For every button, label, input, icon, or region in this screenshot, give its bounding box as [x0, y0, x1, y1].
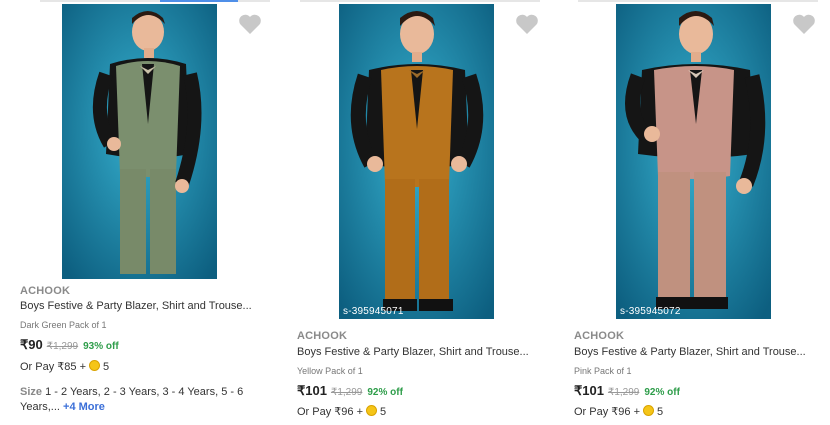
product-image[interactable]: s-395945072 [616, 4, 771, 319]
mrp: ₹1,299 [607, 387, 640, 398]
product-variant: Dark Green Pack of 1 [20, 320, 107, 330]
heart-icon[interactable] [238, 13, 262, 35]
pay-text: Or Pay ₹85 + [20, 361, 86, 373]
product-brand: ACHOOK [297, 330, 348, 342]
product-photo [616, 4, 771, 319]
coin-pay-row: Or Pay ₹96 + 5 [574, 405, 663, 418]
price: ₹101 [297, 383, 327, 398]
coin-count: 5 [380, 406, 387, 418]
coin-pay-row: Or Pay ₹85 + 5 [20, 360, 109, 373]
heart-icon[interactable] [515, 13, 539, 35]
product-title[interactable]: Boys Festive & Party Blazer, Shirt and T… [297, 346, 529, 358]
discount: 92% off [367, 387, 403, 398]
more-sizes-link[interactable]: +4 More [63, 401, 105, 413]
coin-icon [366, 405, 377, 416]
product-brand: ACHOOK [574, 330, 625, 342]
product-card[interactable]: s-395945071 ACHOOK Boys Festive & Party … [287, 0, 557, 425]
product-photo [339, 4, 494, 319]
product-photo [62, 4, 217, 279]
product-variant: Pink Pack of 1 [574, 366, 632, 376]
price-row: ₹90 ₹1,299 93% off [20, 337, 119, 353]
product-image[interactable] [62, 4, 217, 279]
sku-label: s-395945072 [620, 306, 681, 317]
mrp: ₹1,299 [330, 387, 363, 398]
price: ₹101 [574, 383, 604, 398]
discount: 92% off [644, 387, 680, 398]
size-values: 1 - 2 Years, 2 - 3 Years, 3 - 4 Years, 5… [20, 386, 244, 413]
discount: 93% off [83, 341, 119, 352]
product-title[interactable]: Boys Festive & Party Blazer, Shirt and T… [20, 300, 252, 312]
coin-count: 5 [103, 361, 110, 373]
coin-icon [643, 405, 654, 416]
pay-text: Or Pay ₹96 + [574, 406, 640, 418]
heart-icon[interactable] [792, 13, 816, 35]
product-brand: ACHOOK [20, 285, 71, 297]
product-title[interactable]: Boys Festive & Party Blazer, Shirt and T… [574, 346, 806, 358]
coin-pay-row: Or Pay ₹96 + 5 [297, 405, 386, 418]
product-variant: Yellow Pack of 1 [297, 366, 363, 376]
size-list: Size 1 - 2 Years, 2 - 3 Years, 3 - 4 Yea… [20, 385, 265, 415]
sku-label: s-395945071 [343, 306, 404, 317]
coin-count: 5 [657, 406, 664, 418]
product-image[interactable]: s-395945071 [339, 4, 494, 319]
mrp: ₹1,299 [46, 341, 79, 352]
pay-text: Or Pay ₹96 + [297, 406, 363, 418]
price-row: ₹101 ₹1,299 92% off [574, 383, 680, 399]
price: ₹90 [20, 337, 43, 352]
product-card[interactable]: s-395945072 ACHOOK Boys Festive & Party … [564, 0, 830, 425]
size-label: Size [20, 386, 43, 398]
price-row: ₹101 ₹1,299 92% off [297, 383, 403, 399]
coin-icon [89, 360, 100, 371]
product-card[interactable]: ACHOOK Boys Festive & Party Blazer, Shir… [10, 0, 280, 425]
